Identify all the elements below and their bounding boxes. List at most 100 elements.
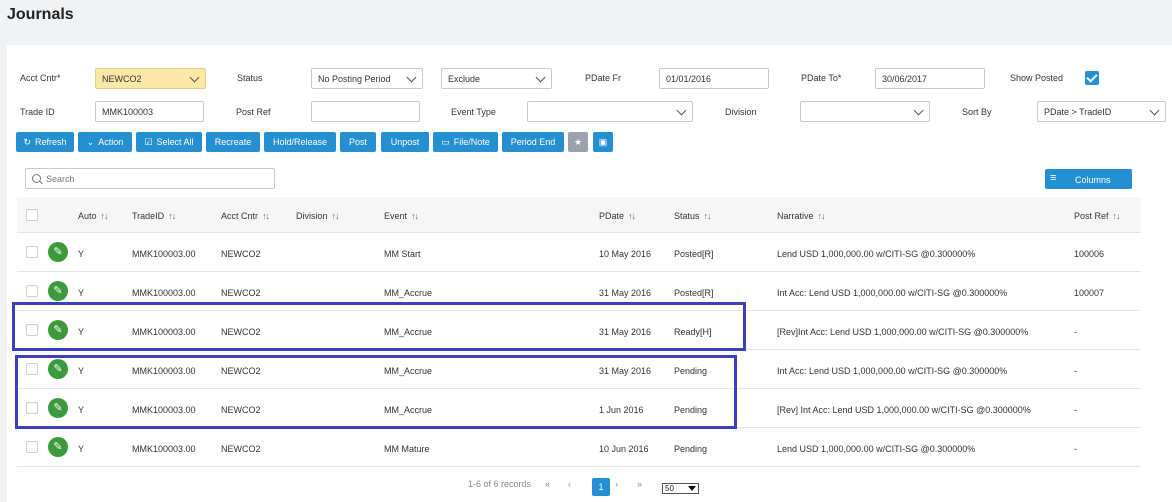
unpost-button[interactable]: Unpost xyxy=(381,132,429,152)
status-select[interactable]: No Posting Period xyxy=(311,68,423,89)
row-checkbox[interactable] xyxy=(26,363,38,375)
cell-post-ref: - xyxy=(1074,327,1077,337)
col-trade-id[interactable]: TradeID ↑↓ xyxy=(132,211,176,221)
col-post-ref[interactable]: Post Ref ↑↓ xyxy=(1074,211,1121,221)
cell-acct-cntr: NEWCO2 xyxy=(221,327,261,337)
cell-auto: Y xyxy=(78,366,85,376)
star-icon: ★ xyxy=(573,136,583,147)
pencil-icon[interactable]: ✎ xyxy=(48,281,68,301)
row-checkbox[interactable] xyxy=(26,324,38,336)
journals-panel: Acct Cntr* NEWCO2 Status No Posting Peri… xyxy=(7,45,1172,502)
col-pdate[interactable]: PDate ↑↓ xyxy=(599,211,636,221)
cell-pdate: 31 May 2016 xyxy=(599,327,652,337)
show-posted-checkbox[interactable] xyxy=(1085,71,1099,85)
unpost-button-label: Unpost xyxy=(390,137,420,147)
cell-status: Posted[R] xyxy=(674,249,714,259)
action-button-label: Action xyxy=(98,137,124,147)
event-type-select[interactable] xyxy=(527,101,693,122)
cell-acct-cntr: NEWCO2 xyxy=(221,444,261,454)
cell-pdate: 10 Jun 2016 xyxy=(599,444,649,454)
cell-auto: Y xyxy=(78,405,85,415)
cell-status: Ready[H] xyxy=(674,327,712,337)
pencil-icon[interactable]: ✎ xyxy=(48,242,68,262)
sort-icon: ↑↓ xyxy=(1112,211,1121,221)
pencil-icon[interactable]: ✎ xyxy=(48,320,68,340)
file-note-button[interactable]: ▭ File/Note xyxy=(433,132,498,152)
cell-event: MM_Accrue xyxy=(384,327,433,337)
refresh-button[interactable]: ↻ Refresh xyxy=(16,132,74,152)
event-type-label: Event Type xyxy=(451,107,496,117)
table-row[interactable]: ✎ Y MMK100003.00 NEWCO2 MM Mature 10 Jun… xyxy=(17,428,1141,467)
table-header: Auto ↑↓ TradeID ↑↓ Acct Cntr ↑↓ Division ↑↓ … xyxy=(17,197,1141,233)
status-value: No Posting Period xyxy=(318,73,391,84)
save-button[interactable]: ▣ xyxy=(593,132,613,152)
sort-by-select[interactable]: PDate > TradeID xyxy=(1037,101,1166,122)
pdate-fr-input[interactable]: 01/01/2016 xyxy=(659,68,769,89)
favorite-button[interactable]: ★ xyxy=(568,132,588,152)
division-select[interactable] xyxy=(800,101,930,122)
page-size-select[interactable]: 50 xyxy=(662,483,699,494)
cell-post-ref: 100006 xyxy=(1074,249,1105,259)
col-event[interactable]: Event ↑↓ xyxy=(384,211,419,221)
col-auto[interactable]: Auto ↑↓ xyxy=(78,211,109,221)
cell-narrative: Int Acc: Lend USD 1,000,000.00 w/CITI-SG… xyxy=(777,288,1008,298)
next-page-button[interactable]: › xyxy=(615,479,618,497)
col-event-label: Event xyxy=(384,211,408,221)
row-checkbox[interactable] xyxy=(26,285,38,297)
pdate-to-input[interactable]: 30/06/2017 xyxy=(875,68,985,89)
acct-cntr-select[interactable]: NEWCO2 xyxy=(95,68,206,89)
hold-release-button[interactable]: Hold/Release xyxy=(264,132,336,152)
trade-id-input[interactable]: MMK100003 xyxy=(95,101,204,122)
select-all-rows-checkbox[interactable] xyxy=(26,209,38,221)
cell-narrative: Int Acc: Lend USD 1,000,000.00 w/CITI-SG… xyxy=(777,366,1008,376)
table-row[interactable]: ✎ Y MMK100003.00 NEWCO2 MM_Accrue 31 May… xyxy=(17,311,1141,350)
table-row[interactable]: ✎ Y MMK100003.00 NEWCO2 MM_Accrue 31 May… xyxy=(17,272,1141,311)
period-end-button[interactable]: Period End xyxy=(502,132,564,152)
post-ref-input[interactable] xyxy=(311,101,420,122)
table-row[interactable]: ✎ Y MMK100003.00 NEWCO2 MM_Accrue 1 Jun … xyxy=(17,389,1141,428)
row-checkbox[interactable] xyxy=(26,402,38,414)
cell-trade-id: MMK100003.00 xyxy=(132,405,196,415)
search-icon xyxy=(32,174,41,183)
cell-pdate: 31 May 2016 xyxy=(599,288,652,298)
col-acct-cntr-label: Acct Cntr xyxy=(221,211,259,221)
recreate-button[interactable]: Recreate xyxy=(206,132,260,152)
page-1-button[interactable]: 1 xyxy=(592,478,610,496)
pencil-icon[interactable]: ✎ xyxy=(48,437,68,457)
row-checkbox[interactable] xyxy=(26,246,38,258)
col-acct-cntr[interactable]: Acct Cntr ↑↓ xyxy=(221,211,270,221)
prev-page-button[interactable]: ‹ xyxy=(568,479,571,497)
search-box[interactable] xyxy=(25,168,275,189)
exclude-select[interactable]: Exclude xyxy=(441,68,552,89)
select-all-button[interactable]: ☑ Select All xyxy=(136,132,202,152)
col-post-ref-label: Post Ref xyxy=(1074,211,1109,221)
post-ref-label: Post Ref xyxy=(236,107,271,117)
table-row[interactable]: ✎ Y MMK100003.00 NEWCO2 MM Start 10 May … xyxy=(17,233,1141,272)
search-input[interactable] xyxy=(46,173,256,184)
columns-button[interactable]: ≡ Columns xyxy=(1045,169,1132,189)
pencil-icon[interactable]: ✎ xyxy=(48,398,68,418)
col-division[interactable]: Division ↑↓ xyxy=(296,211,340,221)
refresh-icon: ↻ xyxy=(23,136,32,147)
cell-status: Posted[R] xyxy=(674,288,714,298)
last-page-button[interactable]: » xyxy=(637,479,642,497)
pdate-fr-label: PDate Fr xyxy=(585,73,622,83)
cell-auto: Y xyxy=(78,249,85,259)
cell-auto: Y xyxy=(78,444,85,454)
cell-pdate: 10 May 2016 xyxy=(599,249,652,259)
chevron-down-icon xyxy=(535,72,546,83)
post-button[interactable]: Post xyxy=(340,132,376,152)
col-narrative[interactable]: Narrative ↑↓ xyxy=(777,211,826,221)
list-icon: ≡ xyxy=(1050,172,1057,184)
col-status[interactable]: Status ↑↓ xyxy=(674,211,712,221)
table-row[interactable]: ✎ Y MMK100003.00 NEWCO2 MM_Accrue 31 May… xyxy=(17,350,1141,389)
col-pdate-label: PDate xyxy=(599,211,625,221)
pencil-icon[interactable]: ✎ xyxy=(48,359,68,379)
col-division-label: Division xyxy=(296,211,328,221)
cell-event: MM Mature xyxy=(384,444,430,454)
cell-auto: Y xyxy=(78,327,85,337)
col-trade-id-label: TradeID xyxy=(132,211,165,221)
action-button[interactable]: ⌄ Action xyxy=(78,132,132,152)
row-checkbox[interactable] xyxy=(26,441,38,453)
first-page-button[interactable]: « xyxy=(545,479,550,497)
